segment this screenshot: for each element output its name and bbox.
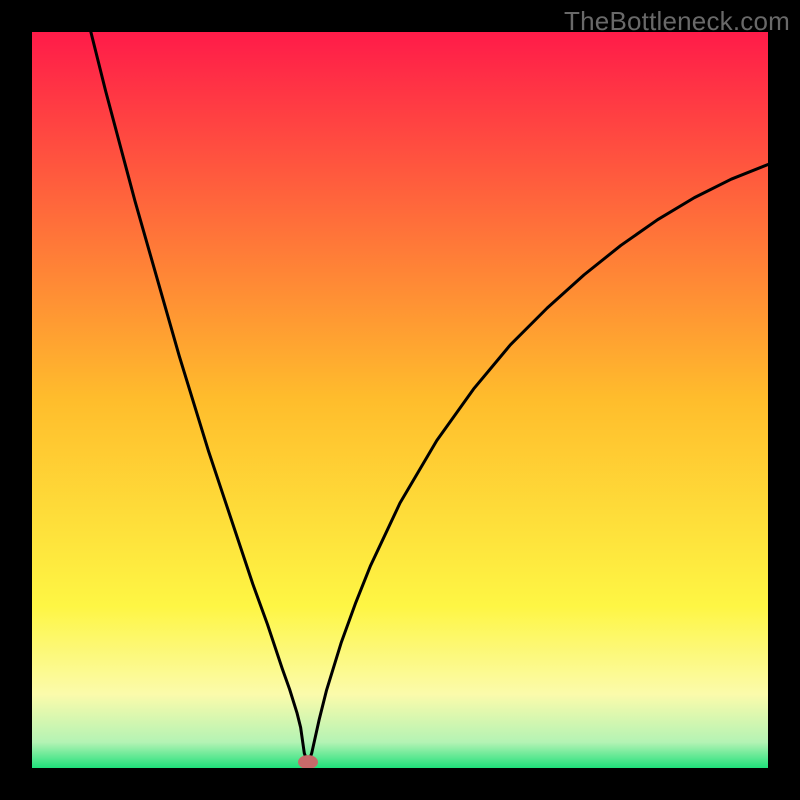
- gradient-background: [32, 32, 768, 768]
- bottleneck-chart: [32, 32, 768, 768]
- plot-area: [32, 32, 768, 768]
- chart-frame: TheBottleneck.com: [0, 0, 800, 800]
- watermark-text: TheBottleneck.com: [564, 6, 790, 37]
